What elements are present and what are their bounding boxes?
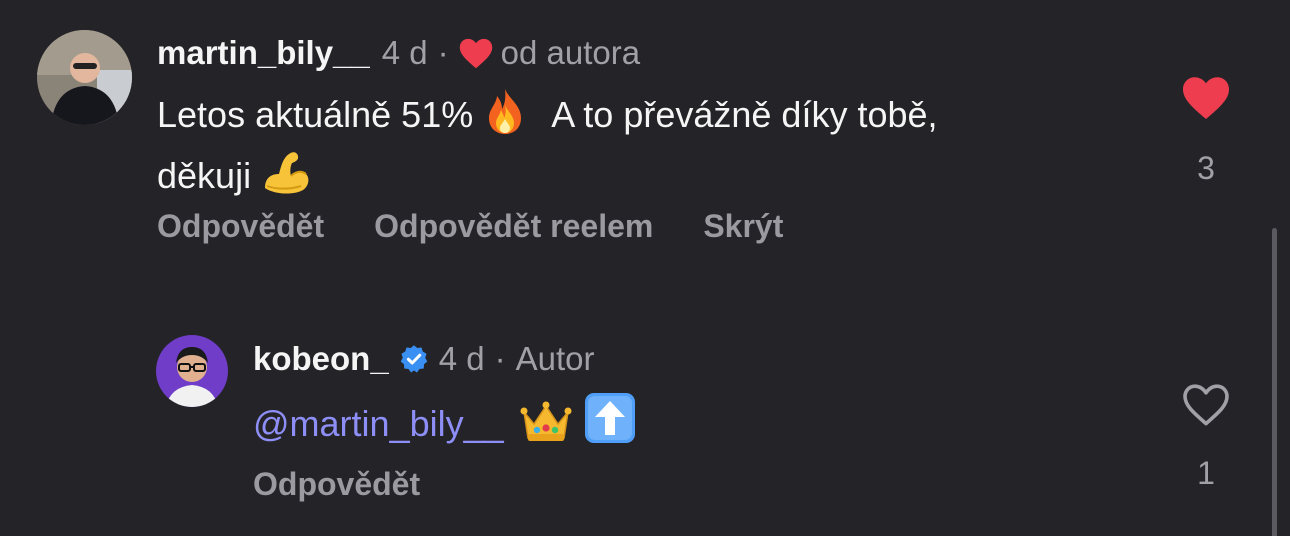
username[interactable]: kobeon_	[253, 339, 389, 379]
comment-text-part: Letos aktuálně 51%	[157, 94, 474, 135]
comment-age: 4 d	[381, 34, 428, 71]
comment-text-part: A to převážně díky tobě,	[551, 94, 938, 135]
comments-panel: martin_bily__ 4 d · od autora Letos aktu…	[0, 0, 1290, 536]
like-column: 3	[1176, 76, 1236, 187]
flexed-biceps-emoji	[261, 148, 311, 209]
like-count: 1	[1197, 455, 1215, 491]
reply-with-reel-button[interactable]: Odpovědět reelem	[374, 208, 653, 245]
comment-meta: martin_bily__ 4 d · od autora	[157, 33, 640, 73]
like-count: 3	[1197, 150, 1215, 186]
reply-meta: kobeon_ 4 d · Autor	[253, 339, 594, 379]
like-column: 1	[1176, 383, 1236, 492]
scrollbar[interactable]	[1272, 228, 1277, 536]
crown-emoji	[520, 400, 572, 457]
up-arrow-emoji	[584, 392, 636, 457]
mention-link[interactable]: @martin_bily__	[253, 403, 504, 444]
separator-dot: ·	[494, 340, 506, 377]
avatar-martin-bily[interactable]	[37, 30, 132, 125]
separator-dot: ·	[437, 34, 449, 71]
reply-text: @martin_bily__	[253, 392, 1153, 457]
liked-by-author-label: od autora	[500, 34, 641, 71]
avatar-kobeon[interactable]	[156, 335, 228, 407]
username[interactable]: martin_bily__	[157, 33, 370, 73]
reply-button[interactable]: Odpovědět	[253, 466, 420, 503]
comment-text: Letos aktuálně 51% A to převážně díky to…	[157, 87, 1157, 209]
reply-actions: Odpovědět	[253, 466, 470, 503]
fire-emoji	[483, 87, 527, 148]
heart-filled-icon[interactable]	[1182, 76, 1230, 120]
author-label: Autor	[515, 340, 595, 377]
reply-age: 4 d	[438, 340, 485, 377]
heart-outline-icon[interactable]	[1182, 383, 1230, 427]
comment-actions: Odpovědět Odpovědět reelem Skrýt	[157, 208, 833, 245]
heart-filled-icon	[459, 38, 493, 69]
verified-badge-icon	[399, 344, 429, 374]
comment-text-part: děkuji	[157, 155, 252, 196]
reply-button[interactable]: Odpovědět	[157, 208, 324, 245]
hide-button[interactable]: Skrýt	[703, 208, 783, 245]
